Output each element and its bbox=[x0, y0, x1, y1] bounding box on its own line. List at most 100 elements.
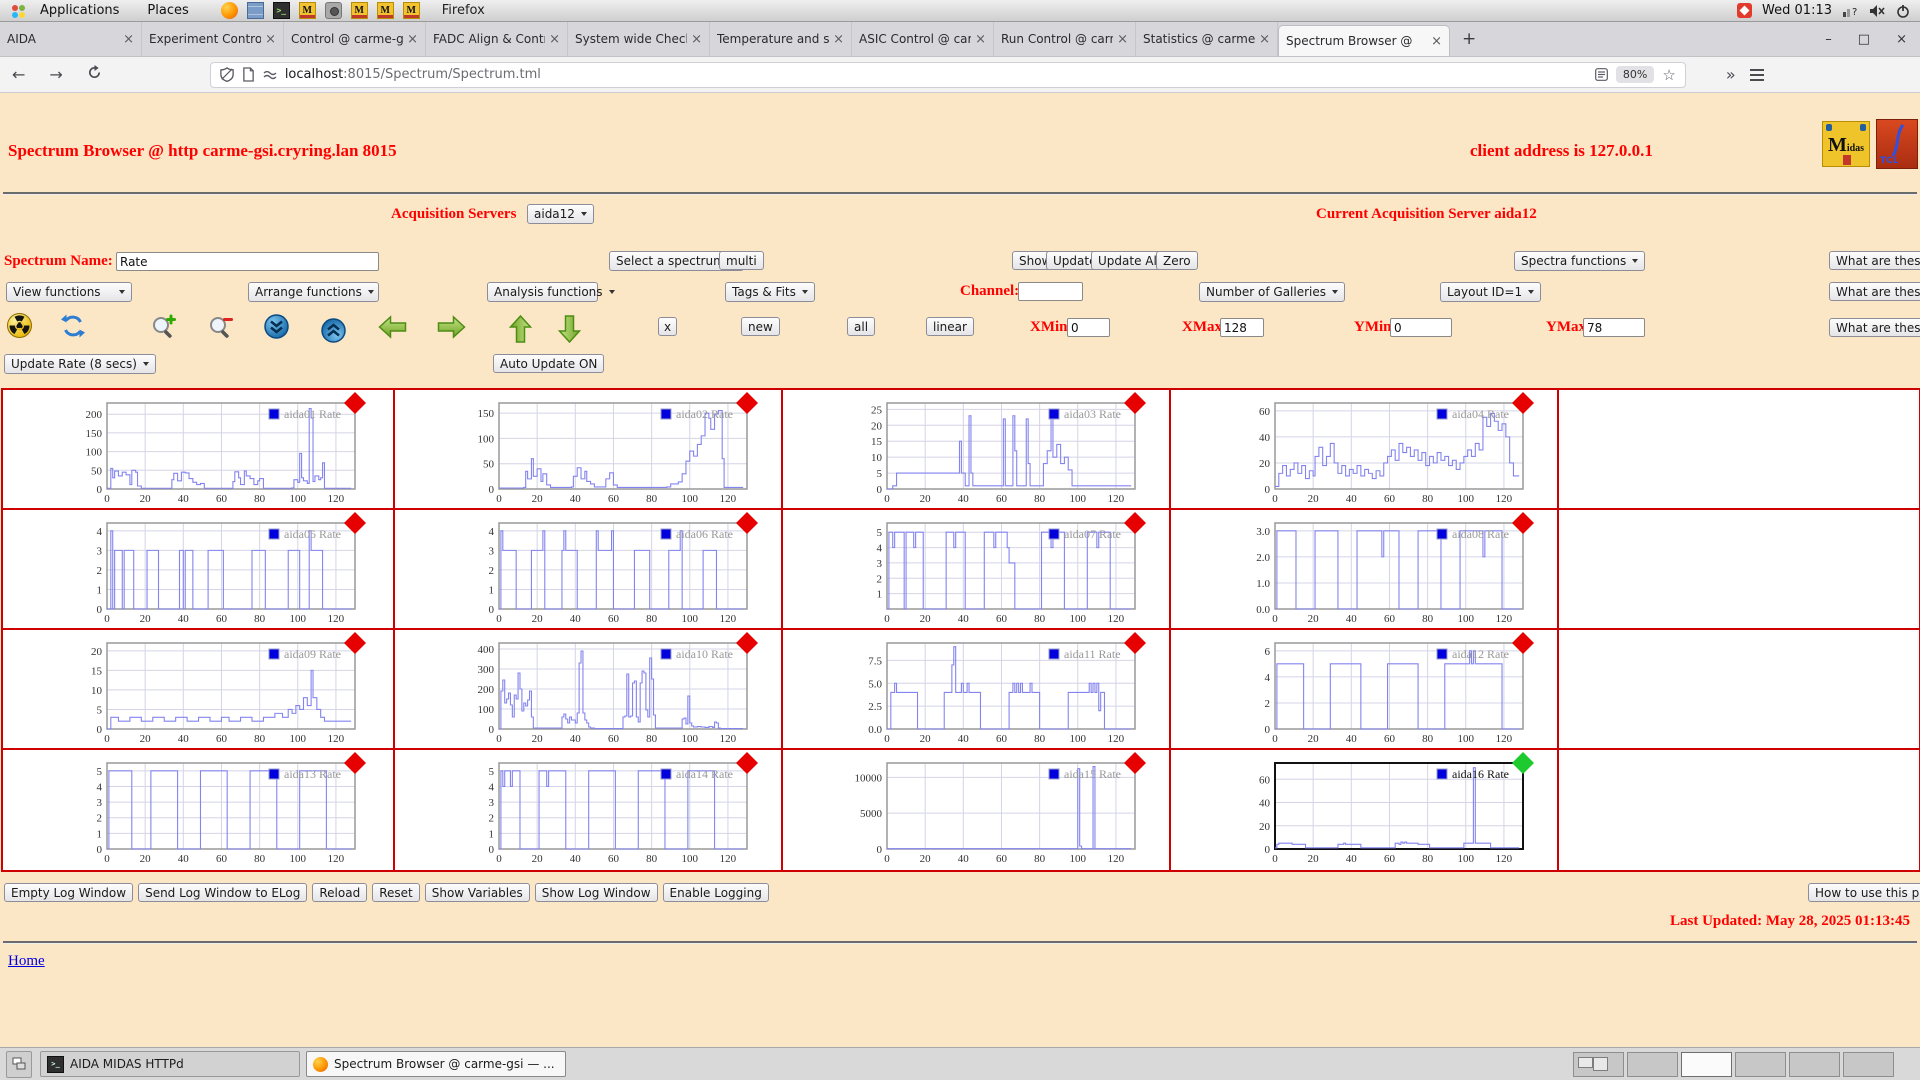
gallery-cell-aida12[interactable]: 0 20 40 60 80 100 120 0 2 4 6 aida12 Rate bbox=[1171, 630, 1559, 750]
number-of-galleries-dropdown[interactable]: Number of Galleries bbox=[1199, 282, 1346, 302]
footer-button[interactable]: Empty Log Window bbox=[4, 883, 134, 902]
permissions-icon[interactable] bbox=[263, 69, 277, 81]
midas-logo[interactable]: Midas bbox=[1822, 121, 1870, 167]
how-to-use-button[interactable]: How to use this page bbox=[1808, 883, 1920, 902]
clock[interactable]: Wed 01:13 bbox=[1762, 3, 1832, 18]
radiation-icon[interactable] bbox=[6, 312, 33, 343]
terminal-launcher-icon[interactable]: >_ bbox=[272, 2, 290, 19]
reader-mode-icon[interactable] bbox=[1595, 68, 1608, 81]
arrow-up-icon[interactable] bbox=[504, 314, 534, 345]
refresh-icon[interactable] bbox=[60, 313, 86, 343]
arrow-right-icon[interactable] bbox=[436, 314, 467, 344]
footer-button[interactable]: Reset bbox=[372, 883, 420, 902]
view-functions-dropdown[interactable]: View functions bbox=[6, 282, 132, 302]
x-expand-button[interactable]: x bbox=[658, 317, 678, 336]
distro-menu-icon[interactable] bbox=[12, 4, 18, 11]
xmax-input[interactable] bbox=[1220, 318, 1264, 337]
midas-launcher-icon[interactable]: M bbox=[402, 2, 420, 19]
zoom-level-badge[interactable]: 80% bbox=[1615, 66, 1655, 83]
gallery-cell-aida02[interactable]: 0 20 40 60 80 100 120 0 50 100 150 aida02 Rate bbox=[395, 390, 783, 510]
what-are-these-button-1[interactable]: What are these? bbox=[1829, 251, 1920, 270]
midas-launcher-icon[interactable]: M bbox=[298, 2, 316, 19]
gallery-cell-aida13[interactable]: 0 20 40 60 80 100 120 0 1 2 3 4 5 aida13 Rate bbox=[3, 750, 395, 870]
gallery-cell-aida10[interactable]: 0 20 40 60 80 100 120 0 100 200 300 400 aida10 Rate bbox=[395, 630, 783, 750]
gallery-cell-aida05[interactable]: 0 20 40 60 80 100 120 0 1 2 3 4 aida05 Rate bbox=[3, 510, 395, 630]
ymin-input[interactable] bbox=[1390, 318, 1452, 337]
page-info-icon[interactable] bbox=[242, 67, 255, 82]
menu-places[interactable]: Places bbox=[133, 3, 202, 18]
reload-button[interactable] bbox=[75, 65, 114, 84]
browser-tab[interactable]: System wide Checks × bbox=[568, 22, 710, 56]
window-close-button[interactable]: × bbox=[1883, 22, 1920, 56]
arrow-down-icon[interactable] bbox=[557, 314, 587, 345]
gallery-cell-aida04[interactable]: 0 20 40 60 80 100 120 0 20 40 60 aida04 Rate bbox=[1171, 390, 1559, 510]
channel-input[interactable] bbox=[1018, 282, 1083, 301]
window-minimize-button[interactable]: – bbox=[1812, 22, 1845, 56]
tab-close-icon[interactable]: × bbox=[123, 32, 134, 47]
spectrum-chart[interactable]: 0 20 40 60 80 100 120 0 1 2 3 4 aida05 Rate bbox=[3, 510, 393, 630]
what-are-these-button-2[interactable]: What are these? bbox=[1829, 282, 1920, 301]
gallery-cell-aida11[interactable]: 0 20 40 60 80 100 120 0.0 2.5 5.0 7.5 aida11 Rate bbox=[783, 630, 1171, 750]
url-text[interactable]: localhost:8015/Spectrum/Spectrum.tml bbox=[285, 67, 541, 82]
browser-tab[interactable]: FADC Align & Control × bbox=[426, 22, 568, 56]
tab-close-icon[interactable]: × bbox=[1117, 32, 1128, 47]
acquisition-server-select[interactable]: aida12 bbox=[527, 204, 594, 224]
shield-icon[interactable] bbox=[220, 67, 234, 82]
gallery-cell-aida01[interactable]: 0 20 40 60 80 100 120 0 50 100 150 200 aida01 Rate bbox=[3, 390, 395, 510]
arrow-left-icon[interactable] bbox=[377, 314, 408, 344]
update-notifier-icon[interactable] bbox=[1737, 3, 1753, 18]
taskbar-window-button[interactable]: >_ AIDA MIDAS HTTPd bbox=[40, 1051, 300, 1077]
new-window-button[interactable]: new bbox=[741, 317, 780, 336]
gallery-cell-aida09[interactable]: 0 20 40 60 80 100 120 0 5 10 15 20 aida09 Rate bbox=[3, 630, 395, 750]
tab-close-icon[interactable]: × bbox=[1431, 34, 1442, 49]
forward-button[interactable]: → bbox=[37, 65, 74, 84]
browser-tab[interactable]: Spectrum Browser @ × bbox=[1278, 25, 1450, 56]
home-link[interactable]: Home bbox=[8, 953, 45, 970]
gallery-cell-aida15[interactable]: 0 20 40 60 80 100 120 0 5000 10000 aida15 Rate bbox=[783, 750, 1171, 870]
all-button[interactable]: all bbox=[847, 317, 876, 336]
spectrum-chart[interactable]: 0 20 40 60 80 100 120 0 2 4 6 aida12 Rate bbox=[1171, 630, 1559, 750]
app-menu-icon[interactable] bbox=[1749, 66, 1764, 84]
tab-close-icon[interactable]: × bbox=[549, 32, 560, 47]
spectrum-chart[interactable]: 0 20 40 60 80 100 120 0 1 2 3 4 5 aida14 Rate bbox=[395, 750, 783, 870]
footer-button[interactable]: Reload bbox=[312, 883, 368, 902]
bookmark-star-icon[interactable]: ☆ bbox=[1662, 66, 1675, 84]
zoom-in-icon[interactable] bbox=[150, 312, 178, 344]
zero-button[interactable]: Zero bbox=[1156, 251, 1198, 270]
ymax-input[interactable] bbox=[1583, 318, 1645, 337]
browser-tab[interactable]: Control @ carme-gsi × bbox=[284, 22, 426, 56]
browser-tab[interactable]: Statistics @ carme-g × bbox=[1136, 22, 1278, 56]
screenshot-launcher-icon[interactable] bbox=[324, 2, 342, 19]
browser-tab[interactable]: ASIC Control @ carm × bbox=[852, 22, 994, 56]
spectrum-chart[interactable]: 0 20 40 60 80 100 120 0 100 200 300 400 aida10 Rate bbox=[395, 630, 783, 750]
back-button[interactable]: ← bbox=[0, 65, 37, 84]
multi-button[interactable]: multi bbox=[719, 251, 764, 270]
menu-applications[interactable]: Applications bbox=[26, 3, 133, 18]
power-icon[interactable] bbox=[1896, 4, 1910, 18]
zoom-out-icon[interactable] bbox=[207, 312, 235, 344]
show-desktop-button[interactable] bbox=[6, 1050, 32, 1078]
firefox-launcher-icon[interactable] bbox=[220, 2, 238, 19]
workspace-cell[interactable] bbox=[1681, 1051, 1732, 1077]
spectrum-chart[interactable]: 0 20 40 60 80 100 120 0 20 40 60 aida16 Rate bbox=[1171, 750, 1559, 870]
spectrum-chart[interactable]: 0 20 40 60 80 100 120 0 20 40 60 aida04 Rate bbox=[1171, 390, 1559, 510]
tab-close-icon[interactable]: × bbox=[833, 32, 844, 47]
layout-id-dropdown[interactable]: Layout ID=1 bbox=[1440, 282, 1542, 302]
taskbar-window-button[interactable]: Spectrum Browser @ carme-gsi — ... bbox=[306, 1051, 566, 1077]
what-are-these-button-3[interactable]: What are these? bbox=[1829, 318, 1920, 337]
spectrum-chart[interactable]: 0 20 40 60 80 100 120 0 5000 10000 aida15 Rate bbox=[783, 750, 1171, 870]
scroll-down-icon[interactable] bbox=[263, 313, 290, 344]
footer-button[interactable]: Show Variables bbox=[424, 883, 530, 902]
gallery-cell-aida06[interactable]: 0 20 40 60 80 100 120 0 1 2 3 4 aida06 Rate bbox=[395, 510, 783, 630]
spectrum-chart[interactable]: 0 20 40 60 80 100 120 0 50 100 150 aida02 Rate bbox=[395, 390, 783, 510]
browser-tab[interactable]: Run Control @ carme × bbox=[994, 22, 1136, 56]
tab-close-icon[interactable]: × bbox=[265, 32, 276, 47]
files-launcher-icon[interactable] bbox=[246, 2, 264, 19]
workspace-cell[interactable] bbox=[1627, 1051, 1678, 1077]
update-rate-dropdown[interactable]: Update Rate (8 secs) bbox=[4, 354, 156, 374]
midas-launcher-icon[interactable]: M bbox=[350, 2, 368, 19]
spectrum-chart[interactable]: 0 20 40 60 80 100 120 0.0 1.0 2.0 3.0 aida08 Rate bbox=[1171, 510, 1559, 630]
browser-tab[interactable]: Experiment Control @ × bbox=[142, 22, 284, 56]
footer-button[interactable]: Send Log Window to ELog bbox=[138, 883, 308, 902]
footer-button[interactable]: Enable Logging bbox=[662, 883, 769, 902]
